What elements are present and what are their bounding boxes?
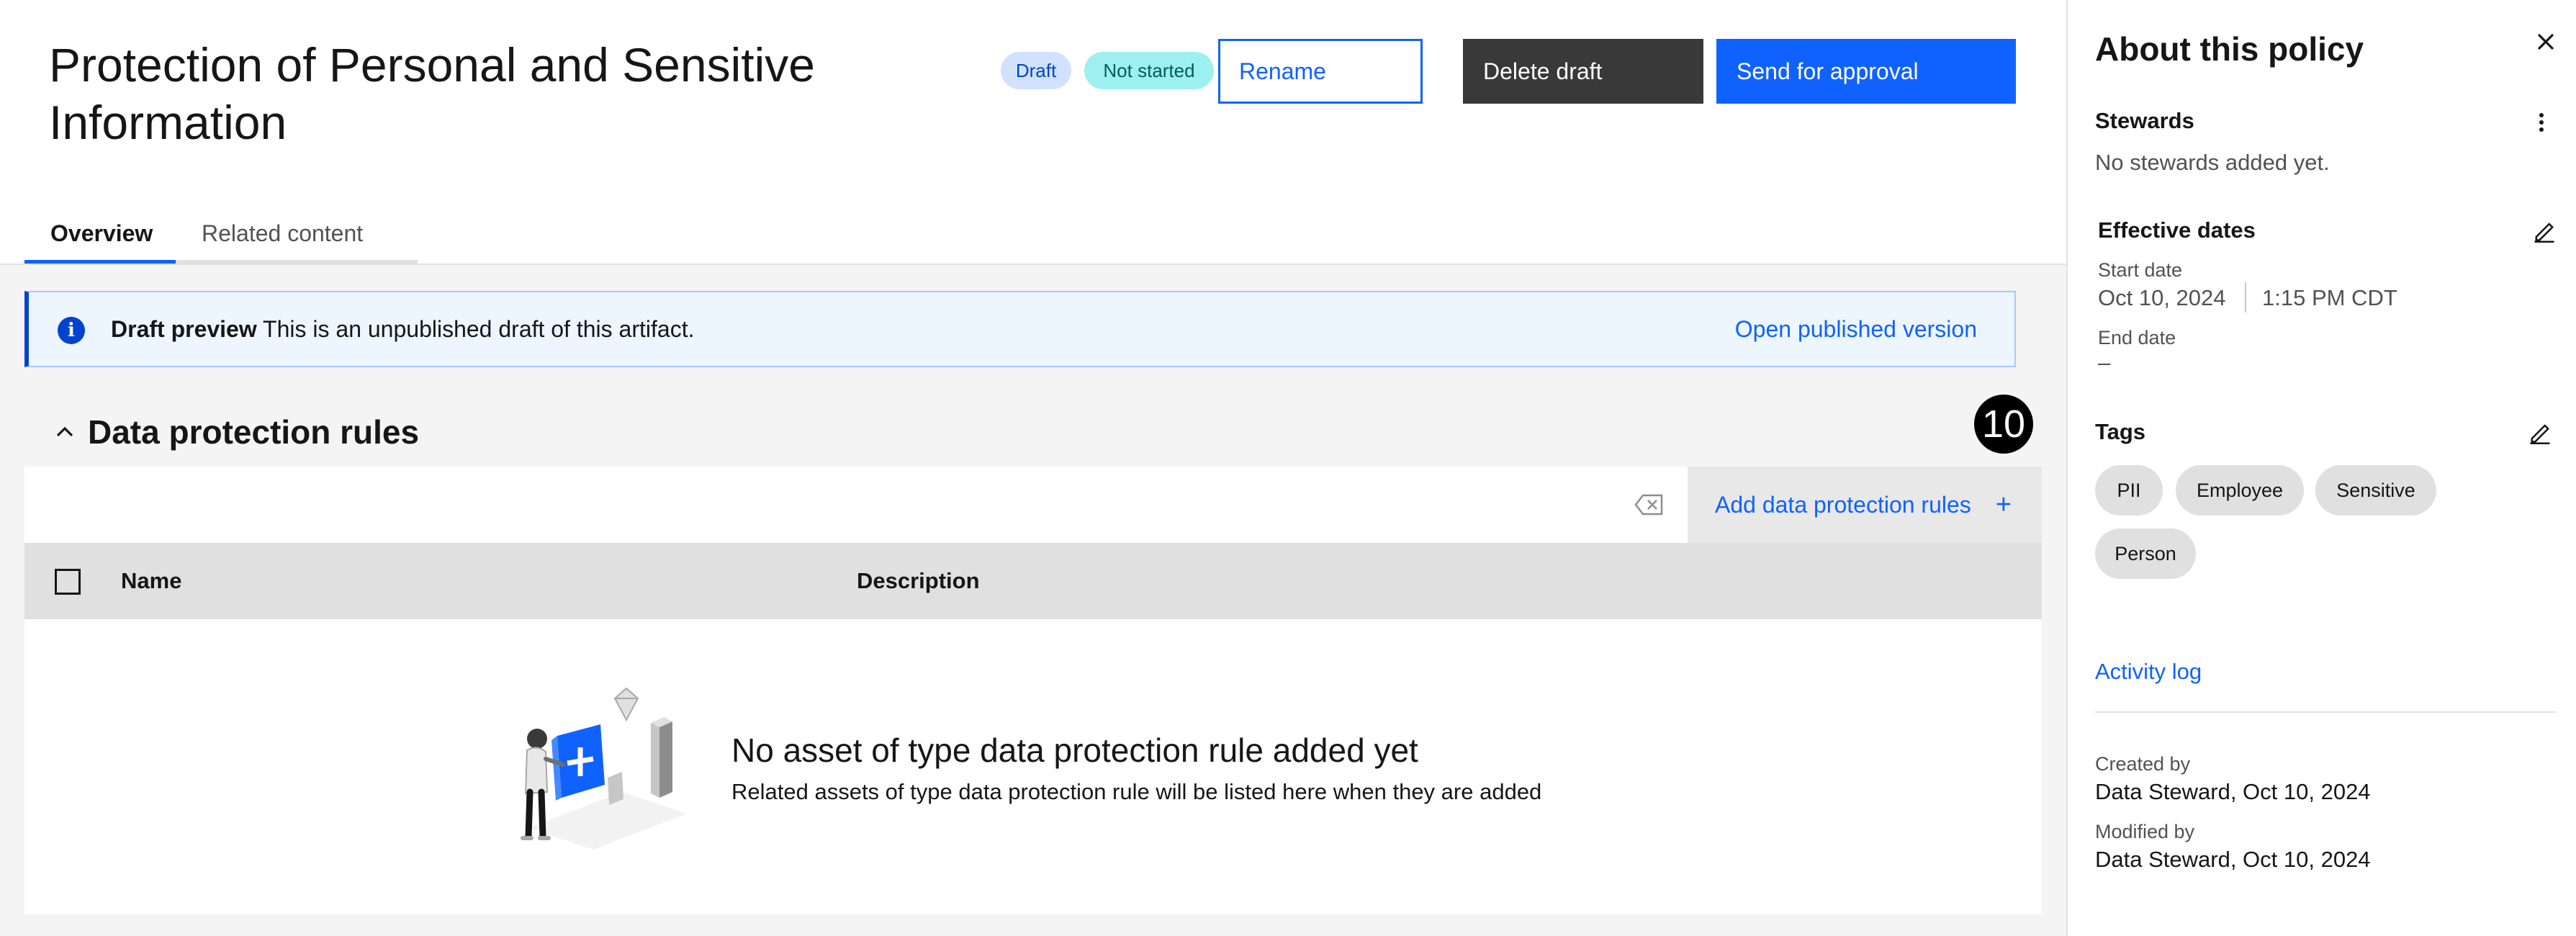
overflow-menu-icon[interactable] [2537, 108, 2546, 137]
empty-state: No asset of type data protection rule ad… [24, 619, 2042, 914]
column-header-description[interactable]: Description [857, 543, 980, 619]
tag-chip: PII [2095, 465, 2163, 516]
rename-button[interactable]: Rename [1218, 39, 1423, 104]
table-toolbar: Add data protection rules + [24, 467, 2042, 543]
draft-preview-notification: i Draft preview This is an unpublished d… [24, 291, 2016, 367]
activity-log-link[interactable]: Activity log [2095, 657, 2202, 687]
empty-state-title: No asset of type data protection rule ad… [731, 732, 1418, 769]
empty-state-illustration [521, 687, 687, 850]
notification-title: Draft preview [111, 316, 257, 342]
table-header: Name Description [24, 543, 2042, 619]
panel-divider [2095, 711, 2556, 713]
clear-icon[interactable] [1634, 491, 1665, 518]
select-all-checkbox[interactable] [55, 569, 81, 595]
panel-title: About this policy [2095, 30, 2364, 68]
notification-message: This is an unpublished draft of this art… [263, 316, 695, 342]
delete-draft-button[interactable]: Delete draft [1463, 39, 1703, 104]
add-icon: + [1995, 490, 2012, 520]
effective-dates-label: Effective dates [2098, 217, 2256, 243]
stewards-empty-text: No stewards added yet. [2095, 150, 2330, 175]
created-by-label: Created by [2095, 753, 2191, 775]
main-content: Protection of Personal and Sensitive Inf… [0, 0, 2066, 936]
end-date-value: – [2098, 350, 2111, 375]
open-published-version-link[interactable]: Open published version [1735, 312, 1977, 346]
count-badge: 10 [1974, 395, 2033, 454]
send-for-approval-button[interactable]: Send for approval [1716, 39, 2016, 104]
add-rules-label: Add data protection rules [1715, 492, 1971, 518]
draft-tag: Draft [1001, 52, 1071, 89]
end-date-label: End date [2098, 327, 2176, 348]
created-by-value: Data Steward, Oct 10, 2024 [2095, 779, 2371, 804]
close-icon[interactable] [2531, 27, 2560, 56]
about-policy-panel: About this policy Stewards No stewards a… [2066, 0, 2576, 936]
edit-dates-icon[interactable] [2531, 217, 2557, 243]
modified-by-label: Modified by [2095, 821, 2195, 842]
chevron-up-icon[interactable] [50, 418, 79, 446]
tab-overview[interactable]: Overview [24, 207, 176, 264]
tag-chip: Employee [2176, 465, 2304, 516]
tab-related-content[interactable]: Related content [176, 207, 418, 264]
tag-chip: Person [2095, 528, 2196, 579]
start-time-value: 1:15 PM CDT [2262, 285, 2397, 310]
column-header-name[interactable]: Name [121, 543, 181, 619]
date-time-separator [2245, 282, 2246, 312]
start-date-value: Oct 10, 2024 [2098, 285, 2226, 310]
empty-state-subtitle: Related assets of type data protection r… [731, 779, 1542, 804]
tags-label: Tags [2095, 419, 2146, 444]
section-title: Data protection rules [88, 413, 420, 451]
edit-tags-icon[interactable] [2527, 419, 2553, 445]
notification-text: Draft preview This is an unpublished dra… [111, 312, 694, 346]
stewards-label: Stewards [2095, 108, 2194, 133]
modified-by-value: Data Steward, Oct 10, 2024 [2095, 847, 2371, 872]
add-data-protection-rules-button[interactable]: Add data protection rules + [1688, 467, 2042, 543]
page-title: Protection of Personal and Sensitive Inf… [49, 38, 815, 149]
tag-chip: Sensitive [2315, 465, 2436, 516]
info-icon: i [58, 317, 85, 344]
start-date-label: Start date [2098, 259, 2183, 281]
status-tag: Not started [1084, 52, 1214, 89]
